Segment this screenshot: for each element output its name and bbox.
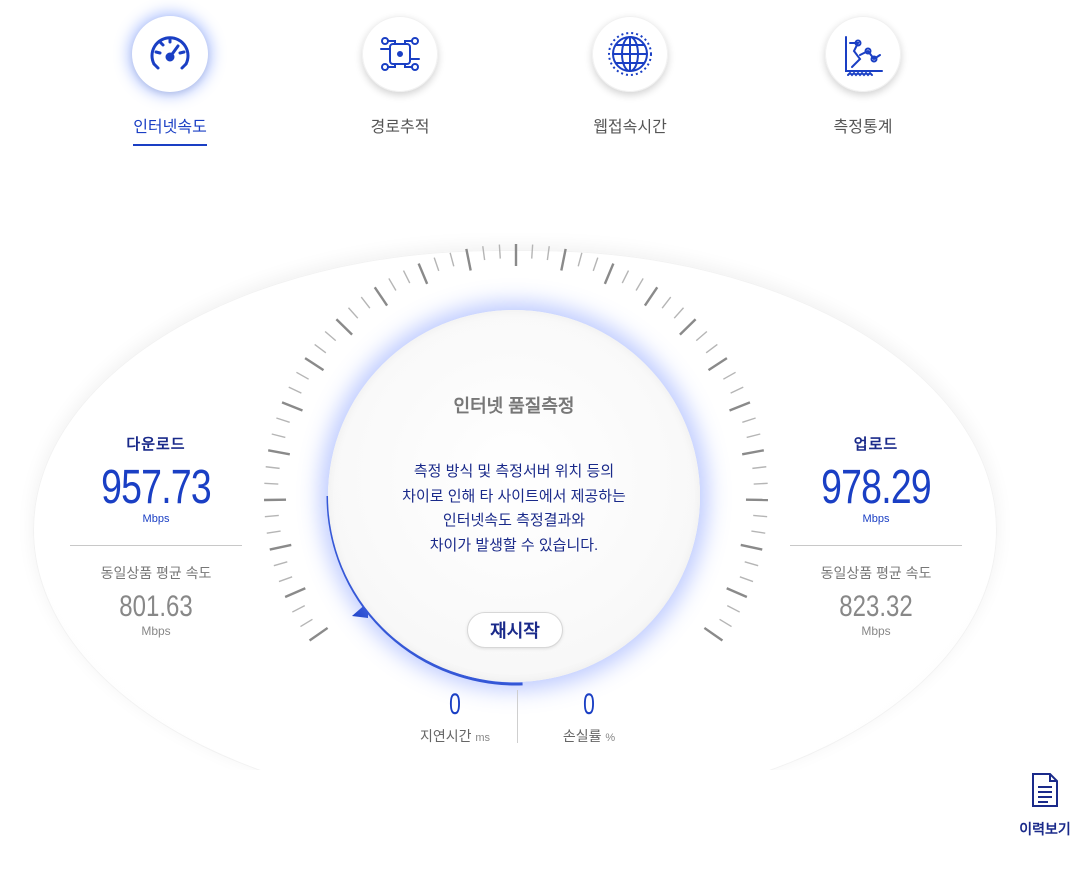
restart-button[interactable]: 재시작 [467, 612, 563, 648]
stat-divider [517, 690, 518, 743]
loss-unit: % [605, 732, 616, 744]
history-button[interactable]: 이력보기 [1010, 772, 1080, 839]
latency-label: 지연시간 [419, 728, 472, 744]
latency-unit: ms [475, 732, 491, 744]
history-label: 이력보기 [1019, 821, 1071, 837]
background-mask [0, 770, 1086, 895]
divider [70, 545, 242, 546]
loss-stat: 0 손실률 % [529, 688, 649, 746]
document-icon [1032, 773, 1058, 807]
notice-line: 측정 방식 및 측정서버 위치 등의 [413, 463, 615, 480]
latency-stat: 0 지연시간 ms [395, 688, 515, 746]
gauge-notice: 측정 방식 및 측정서버 위치 등의 차이로 인해 타 사이트에서 제공하는 인… [328, 460, 700, 558]
statistics-icon [825, 16, 901, 92]
tab-route-trace[interactable]: 경로추적 [320, 16, 480, 144]
loss-label: 손실률 [562, 728, 602, 744]
tab-statistics[interactable]: 측정통계 [783, 16, 943, 144]
divider [790, 545, 962, 546]
upload-avg-speed: 823.32 [839, 590, 913, 623]
speedometer-icon [132, 16, 208, 92]
download-title: 다운로드 [126, 436, 186, 453]
tab-web-access-time[interactable]: 웹접속시간 [550, 16, 710, 144]
tab-internet-speed[interactable]: 인터넷속도 [90, 16, 250, 146]
gauge-title: 인터넷 품질측정 [453, 396, 575, 416]
route-trace-icon [362, 16, 438, 92]
loss-value: 0 [583, 688, 595, 721]
tab-label: 경로추적 [370, 119, 430, 136]
upload-speed: 978.29 [821, 461, 932, 514]
download-speed: 957.73 [101, 461, 212, 514]
notice-line: 차이로 인해 타 사이트에서 제공하는 [402, 487, 626, 505]
upload-avg-title: 동일상품 평균 속도 [820, 565, 932, 581]
download-avg-title: 동일상품 평균 속도 [100, 565, 212, 581]
notice-line: 차이가 발생할 수 있습니다. [429, 536, 599, 554]
tab-label: 측정통계 [833, 119, 893, 136]
upload-panel: 업로드 978.29 Mbps 동일상품 평균 속도 823.32 Mbps [790, 433, 962, 638]
notice-line: 인터넷속도 측정결과와 [442, 512, 586, 529]
download-panel: 다운로드 957.73 Mbps 동일상품 평균 속도 801.63 Mbps [70, 433, 242, 638]
globe-icon [592, 16, 668, 92]
gauge-center: 인터넷 품질측정 측정 방식 및 측정서버 위치 등의 차이로 인해 타 사이트… [328, 310, 700, 682]
upload-avg-unit: Mbps [861, 624, 891, 638]
tab-label: 인터넷속도 [133, 113, 207, 146]
download-avg-unit: Mbps [141, 624, 171, 638]
download-avg-speed: 801.63 [119, 590, 193, 623]
latency-value: 0 [449, 688, 461, 721]
upload-title: 업로드 [853, 436, 899, 453]
tab-label: 웹접속시간 [593, 119, 667, 136]
